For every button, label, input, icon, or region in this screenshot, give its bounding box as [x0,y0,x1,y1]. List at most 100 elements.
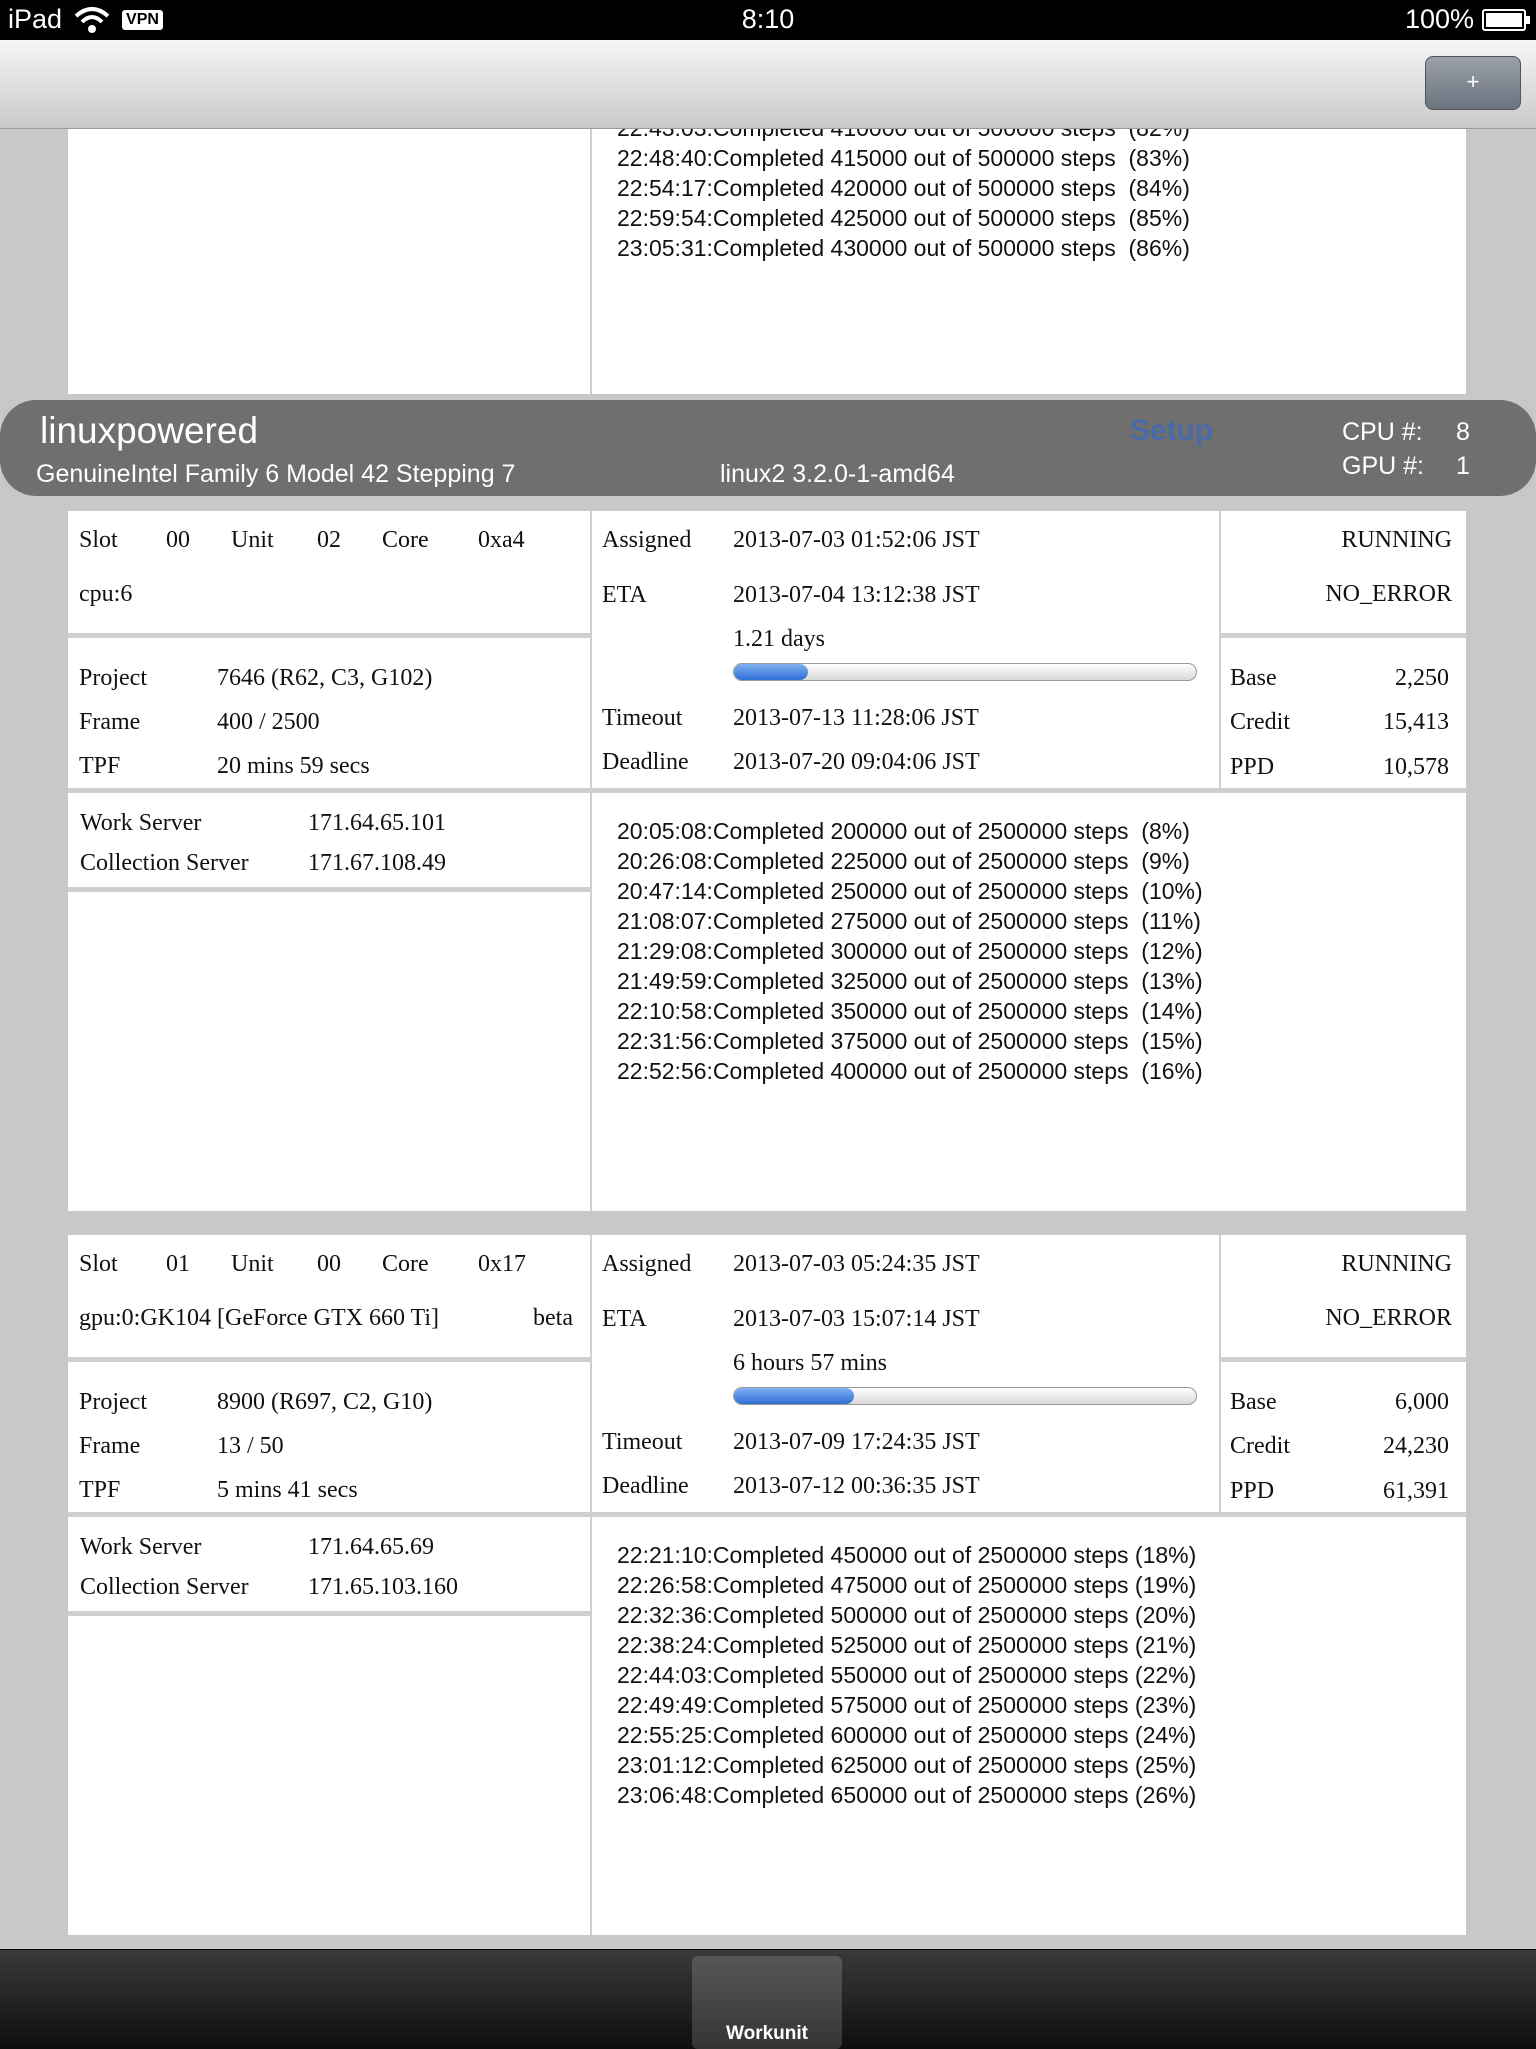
column-divider [590,511,592,1211]
device-name: gpu:0:GK104 [GeForce GTX 660 Ti] [79,1305,439,1331]
deadline-label: Deadline [602,749,689,775]
eta-remaining: 1.21 days [733,626,825,652]
log-line: 22:32:36:Completed 500000 out of 2500000… [617,1602,1197,1628]
base-label: Base [1230,665,1277,691]
log-line: 22:31:56:Completed 375000 out of 2500000… [617,1028,1203,1054]
core-value: 0x17 [478,1251,526,1277]
progress-fill [734,1388,855,1404]
slot-card[interactable]: Slot 01 Unit 00 Core 0x17 gpu:0:GK104 [GeForce… [0,1235,1536,1935]
slot-card[interactable]: Slot 00 Unit 02 Core 0xa4 cpu:6 Project 7646 (R6… [0,511,1536,1211]
log-line: 21:08:07:Completed 275000 out of 2500000… [617,908,1201,934]
work-server-value: 171.64.65.101 [308,810,446,836]
log-line: 22:43:03:Completed 410000 out of 500000 … [617,129,1190,143]
log-line: 22:52:56:Completed 400000 out of 2500000… [617,1058,1203,1084]
log-line: 22:48:40:Completed 415000 out of 500000 … [617,145,1190,171]
timeout-label: Timeout [602,705,683,731]
assigned-value: 2013-07-03 01:52:06 JST [733,527,980,553]
core-value: 0xa4 [478,527,525,553]
setup-button[interactable]: Setup [1130,414,1213,448]
navigation-bar: + [0,40,1536,129]
slot-value: 00 [166,527,190,553]
credit-label: Credit [1230,709,1290,735]
base-value: 2,250 [1395,665,1449,691]
credit-value: 15,413 [1383,709,1449,735]
row-divider [68,887,590,892]
ppd-label: PPD [1230,754,1275,780]
base-value: 6,000 [1395,1389,1449,1415]
frame-value: 13 / 50 [217,1433,284,1459]
credit-value: 24,230 [1383,1433,1449,1459]
column-divider [1219,511,1221,788]
deadline-value: 2013-07-20 09:04:06 JST [733,749,980,775]
host-cpu-description: GenuineIntel Family 6 Model 42 Stepping … [36,460,516,488]
timeout-label: Timeout [602,1429,683,1455]
core-label: Core [382,1251,429,1277]
beta-badge: beta [533,1305,573,1331]
eta-remaining: 6 hours 57 mins [733,1350,888,1376]
log-line: 22:38:24:Completed 525000 out of 2500000… [617,1632,1197,1658]
eta-label: ETA [602,582,647,608]
ppd-value: 61,391 [1383,1478,1449,1504]
row-divider [1219,1357,1466,1362]
project-value: 7646 (R62, C3, G102) [217,665,433,691]
log-line: 21:29:08:Completed 300000 out of 2500000… [617,938,1203,964]
log-line: 22:55:25:Completed 600000 out of 2500000… [617,1722,1197,1748]
log-line: 22:59:54:Completed 425000 out of 500000 … [617,205,1190,231]
log-line: 21:49:59:Completed 325000 out of 2500000… [617,968,1203,994]
workunit-list[interactable]: 22:43:03:Completed 410000 out of 500000 … [0,129,1536,1949]
row-divider [68,788,1466,793]
host-header: linuxpowered GenuineIntel Family 6 Model… [0,400,1536,496]
unit-label: Unit [231,1251,274,1277]
unit-label: Unit [231,527,274,553]
deadline-label: Deadline [602,1473,689,1499]
battery-percent: 100% [1404,4,1474,34]
unit-value: 00 [317,1251,341,1277]
log-line: 23:01:12:Completed 625000 out of 2500000… [617,1752,1197,1778]
deadline-value: 2013-07-12 00:36:35 JST [733,1473,980,1499]
tab-workunit[interactable]: Workunit [692,1956,842,2049]
tpf-value: 20 mins 59 secs [217,753,370,779]
add-button[interactable]: + [1425,56,1521,110]
ppd-label: PPD [1230,1478,1275,1504]
work-server-label: Work Server [80,810,202,836]
collection-server-value: 171.67.108.49 [308,850,446,876]
tpf-value: 5 mins 41 secs [217,1477,358,1503]
assigned-label: Assigned [602,1251,692,1277]
host-os: linux2 3.2.0-1-amd64 [720,460,955,488]
gpu-count-label: GPU #: [1342,452,1424,480]
column-divider [590,1235,592,1935]
slot-label: Slot [79,527,118,553]
collection-server-label: Collection Server [80,850,249,876]
progress-bar [733,1387,1197,1405]
eta-value: 2013-07-03 15:07:14 JST [733,1306,980,1332]
frame-label: Frame [79,1433,141,1459]
progress-fill [734,664,808,680]
log-line: 23:05:31:Completed 430000 out of 500000 … [617,235,1190,261]
log-line: 20:05:08:Completed 200000 out of 2500000… [617,818,1190,844]
tab-bar: Workunit [0,1949,1536,2049]
cpu-count-label: CPU #: [1342,418,1423,446]
row-divider [1219,633,1466,638]
project-label: Project [79,665,147,691]
cpu-count: 8 [1456,418,1470,446]
slot-label: Slot [79,1251,118,1277]
state-value: RUNNING [1341,1251,1452,1277]
eta-value: 2013-07-04 13:12:38 JST [733,582,980,608]
frame-label: Frame [79,709,141,735]
row-divider [68,1357,590,1362]
work-server-label: Work Server [80,1534,202,1560]
unit-value: 02 [317,527,341,553]
host-name: linuxpowered [40,410,259,451]
credit-label: Credit [1230,1433,1290,1459]
tab-workunit-label: Workunit [726,2023,808,2044]
log-line: 22:26:58:Completed 475000 out of 2500000… [617,1572,1197,1598]
status-bar: iPad VPN 8:10 100% [0,0,1536,40]
log-line: 23:06:48:Completed 650000 out of 2500000… [617,1782,1197,1808]
row-divider [68,1611,590,1616]
eta-label: ETA [602,1306,647,1332]
log-line: 22:10:58:Completed 350000 out of 2500000… [617,998,1203,1024]
state-value: RUNNING [1341,527,1452,553]
core-label: Core [382,527,429,553]
battery-icon [1482,8,1530,31]
column-divider [1219,1235,1221,1512]
